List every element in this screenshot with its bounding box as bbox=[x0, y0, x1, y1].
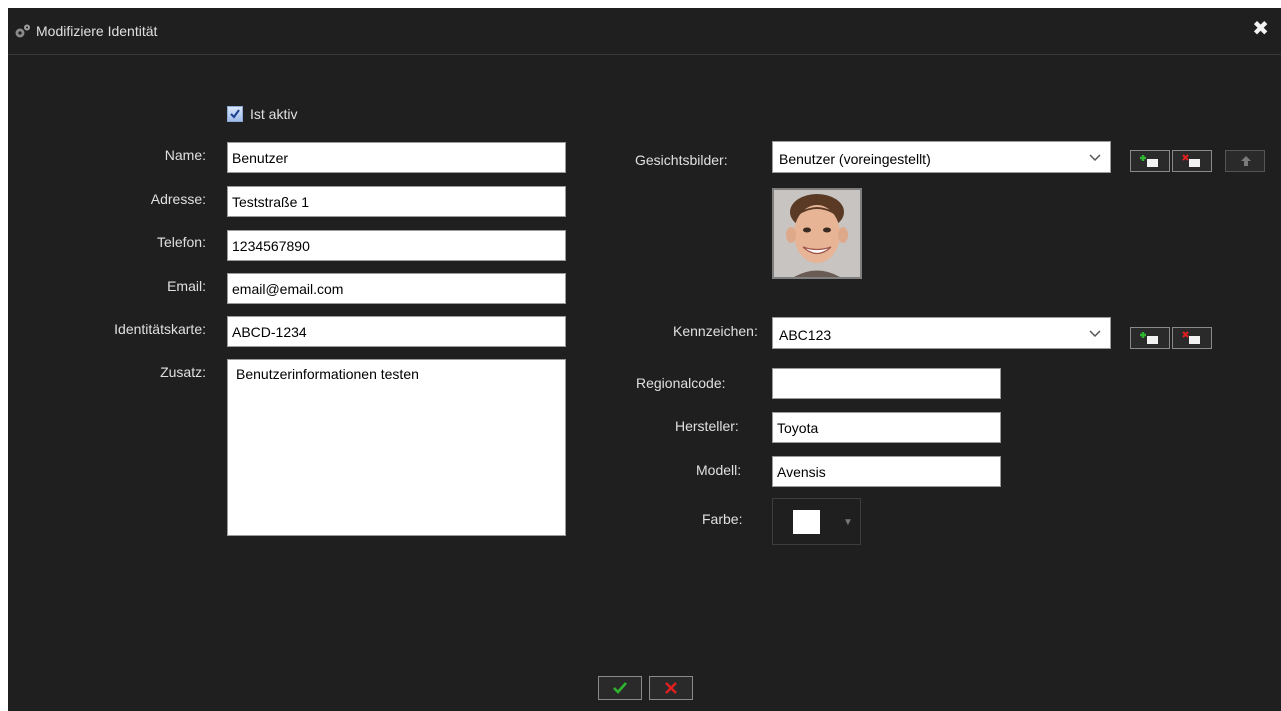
checkmark-icon bbox=[613, 682, 627, 694]
color-picker[interactable]: ▼ bbox=[772, 498, 861, 545]
add-face-button[interactable] bbox=[1130, 150, 1170, 172]
plate-selected-value: ABC123 bbox=[779, 327, 832, 343]
remove-face-button[interactable] bbox=[1172, 150, 1212, 172]
email-input[interactable] bbox=[227, 273, 566, 304]
name-input[interactable] bbox=[227, 142, 566, 173]
active-checkbox[interactable] bbox=[227, 106, 243, 122]
gears-icon bbox=[14, 23, 32, 39]
model-input[interactable] bbox=[772, 456, 1001, 487]
name-label: Name: bbox=[164, 147, 206, 163]
dialog-titlebar: Modifiziere Identität ✖ bbox=[8, 8, 1281, 55]
plate-label: Kennzeichen: bbox=[673, 323, 758, 339]
dropdown-arrow-icon: ▼ bbox=[843, 517, 853, 528]
dialog-title: Modifiziere Identität bbox=[36, 23, 158, 39]
active-label: Ist aktiv bbox=[250, 106, 298, 122]
phone-label: Telefon: bbox=[156, 234, 206, 250]
upload-face-button[interactable] bbox=[1225, 150, 1265, 172]
close-icon[interactable]: ✖ bbox=[1252, 19, 1269, 39]
model-label: Modell: bbox=[696, 462, 742, 478]
add-image-icon bbox=[1140, 155, 1158, 167]
color-swatch bbox=[793, 510, 820, 534]
remove-image-icon bbox=[1182, 331, 1200, 344]
region-label: Regionalcode: bbox=[636, 375, 726, 391]
color-label: Farbe: bbox=[702, 511, 743, 527]
address-label: Adresse: bbox=[150, 191, 206, 207]
maker-input[interactable] bbox=[772, 412, 1001, 443]
faces-label: Gesichtsbilder: bbox=[635, 152, 728, 168]
chevron-down-icon bbox=[1088, 150, 1102, 164]
extra-label: Zusatz: bbox=[160, 364, 206, 380]
phone-input[interactable] bbox=[227, 230, 566, 261]
remove-image-icon bbox=[1182, 154, 1200, 167]
faces-selected-value: Benutzer (voreingestellt) bbox=[779, 151, 931, 167]
idcard-input[interactable] bbox=[227, 316, 566, 347]
cancel-x-icon bbox=[665, 682, 677, 694]
maker-label: Hersteller: bbox=[675, 418, 739, 434]
faces-select[interactable]: Benutzer (voreingestellt) bbox=[772, 141, 1111, 173]
cancel-button[interactable] bbox=[649, 676, 693, 700]
modify-identity-dialog: Modifiziere Identität ✖ Ist aktiv Name: … bbox=[8, 8, 1281, 711]
add-image-icon bbox=[1140, 332, 1158, 344]
plate-select[interactable]: ABC123 bbox=[772, 317, 1111, 349]
add-plate-button[interactable] bbox=[1130, 327, 1170, 349]
chevron-down-icon bbox=[1088, 326, 1102, 340]
idcard-label: Identitätskarte: bbox=[114, 321, 206, 337]
remove-plate-button[interactable] bbox=[1172, 327, 1212, 349]
upload-arrow-icon bbox=[1241, 156, 1251, 166]
email-label: Email: bbox=[167, 278, 206, 294]
face-image-thumbnail[interactable] bbox=[772, 188, 862, 279]
extra-textarea[interactable]: Benutzerinformationen testen bbox=[227, 359, 566, 536]
ok-button[interactable] bbox=[598, 676, 642, 700]
address-input[interactable] bbox=[227, 186, 566, 217]
region-input[interactable] bbox=[772, 368, 1001, 399]
